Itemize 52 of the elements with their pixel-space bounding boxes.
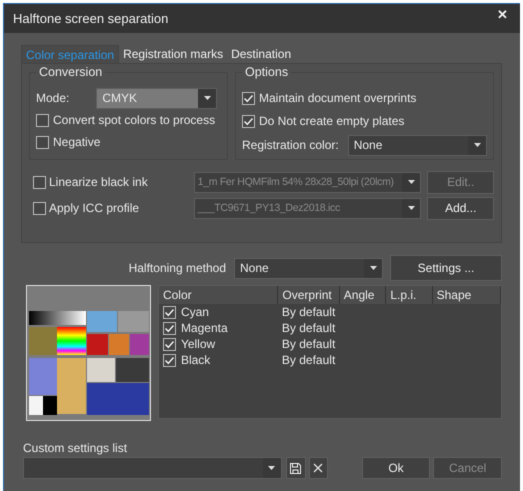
dropdown-arrow-icon	[370, 266, 376, 270]
checkbox[interactable]	[242, 92, 255, 104]
dropdown-arrow-icon	[408, 206, 415, 210]
checkbox-label: Maintain document overprints	[259, 91, 416, 105]
table-cell: Yellow	[180, 337, 216, 351]
dropdown-arrow-icon	[268, 466, 276, 470]
column-header[interactable]: Color	[158, 286, 278, 304]
checkbox[interactable]	[162, 338, 176, 350]
checkbox-label: Linearize black ink	[49, 175, 149, 189]
dropdown[interactable]: CMYK	[96, 88, 218, 108]
group-title: Options	[242, 65, 292, 79]
table-cell: By default	[282, 305, 336, 319]
column-header[interactable]: Overprint	[278, 286, 340, 304]
delete-button[interactable]	[308, 457, 328, 479]
group-title: Conversion	[36, 65, 106, 79]
dropdown[interactable]: None	[234, 258, 383, 278]
field-label: Halftoning method	[128, 261, 226, 275]
dropdown[interactable]: None	[348, 134, 487, 156]
tab[interactable]: Registration marks	[119, 45, 228, 63]
checkbox-label: Apply ICC profile	[49, 201, 140, 215]
checkbox[interactable]	[162, 354, 176, 366]
table-cell: Magenta	[180, 321, 228, 335]
section-label: Custom settings list	[23, 441, 128, 455]
column-header[interactable]: Shape	[432, 286, 500, 304]
field-label: Mode:	[36, 91, 70, 105]
dropdown-arrow-icon	[204, 96, 211, 100]
table-cell: By default	[282, 337, 336, 351]
checkbox[interactable]	[242, 114, 255, 128]
window-title: Halftone screen separation	[13, 11, 168, 26]
save-icon	[290, 462, 302, 474]
column-header[interactable]: Angle	[339, 286, 386, 304]
close-icon	[313, 463, 324, 473]
table-cell: By default	[282, 353, 336, 367]
table-cell: By default	[282, 321, 336, 335]
field-label: Registration color:	[242, 138, 339, 152]
checkbox-label: Negative	[53, 135, 100, 149]
checkbox-label: Do Not create empty plates	[259, 114, 404, 128]
tab[interactable]: Destination	[227, 45, 296, 63]
table-cell: Black	[180, 353, 210, 367]
dropdown-arrow-icon	[408, 180, 415, 184]
checkbox-label: Convert spot colors to process	[53, 113, 216, 127]
checkbox[interactable]	[162, 306, 176, 318]
checkbox[interactable]	[36, 114, 49, 126]
button[interactable]: Settings ...	[390, 255, 502, 281]
dropdown-arrow-icon	[474, 143, 480, 147]
table-cell: Cyan	[180, 305, 209, 319]
checkbox[interactable]	[36, 136, 49, 148]
save-button[interactable]	[286, 457, 306, 479]
checkbox[interactable]	[162, 322, 176, 334]
button[interactable]: Ok	[362, 457, 430, 479]
close-button[interactable]: ✕	[497, 7, 508, 30]
column-header[interactable]: L.p.i.	[386, 286, 432, 304]
